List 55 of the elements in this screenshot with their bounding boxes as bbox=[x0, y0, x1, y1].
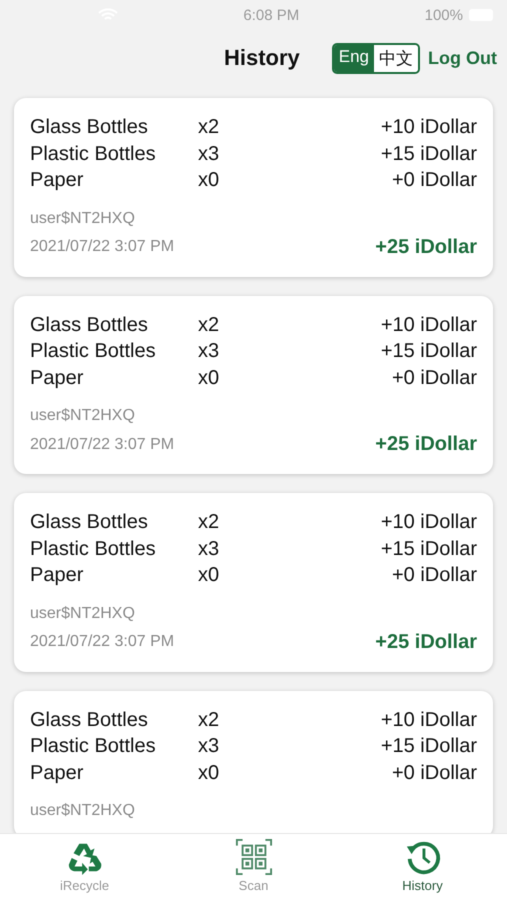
tab-item[interactable]: History bbox=[338, 834, 507, 900]
item-quantity: x3 bbox=[198, 339, 220, 364]
record-date: 2021/07/22 3:07 PM bbox=[30, 436, 174, 454]
item-quantity: x3 bbox=[198, 536, 220, 562]
page-title: History bbox=[224, 45, 300, 71]
item-name: Glass Bottles bbox=[30, 708, 149, 732]
item-amount: +15 iDollar bbox=[380, 142, 477, 166]
user-id: user$NT2HXQ bbox=[30, 210, 136, 228]
item-amount: +15 iDollar bbox=[380, 734, 477, 759]
item-name: Plastic Bottles bbox=[30, 339, 157, 364]
item-name: Glass Bottles bbox=[30, 312, 149, 338]
item-name: Paper bbox=[30, 760, 84, 786]
total-amount: +25 iDollar bbox=[375, 433, 477, 456]
item-name: Glass Bottles bbox=[30, 510, 149, 535]
item-amount: +10 iDollar bbox=[380, 510, 477, 535]
item-name: Plastic Bottles bbox=[30, 734, 157, 759]
total-amount: +25 iDollar bbox=[375, 630, 477, 654]
item-amount: +10 iDollar bbox=[380, 312, 477, 338]
battery-level: 100% bbox=[424, 6, 463, 24]
logout-button[interactable]: Log Out bbox=[428, 48, 497, 68]
item-name: Glass Bottles bbox=[30, 115, 149, 140]
item-amount: +0 iDollar bbox=[392, 168, 477, 193]
item-quantity: x2 bbox=[198, 115, 220, 140]
item-quantity: x2 bbox=[198, 510, 220, 535]
item-quantity: x0 bbox=[198, 168, 220, 193]
item-amount: +10 iDollar bbox=[380, 115, 477, 140]
item-amount: +0 iDollar bbox=[392, 760, 477, 786]
item-amount: +0 iDollar bbox=[392, 366, 477, 390]
total-amount: +25 iDollar bbox=[375, 236, 477, 258]
item-amount: +15 iDollar bbox=[380, 536, 477, 562]
item-name: Paper bbox=[30, 366, 84, 390]
language-option[interactable]: 中文 bbox=[374, 44, 418, 72]
item-name: Paper bbox=[30, 168, 84, 193]
item-quantity: x0 bbox=[198, 366, 220, 390]
qr-scan-icon bbox=[234, 838, 274, 876]
item-quantity: x0 bbox=[198, 760, 220, 786]
item-name: Paper bbox=[30, 563, 84, 588]
user-id: user$NT2HXQ bbox=[30, 604, 136, 622]
language-switch[interactable]: Eng 中文 bbox=[332, 42, 420, 74]
item-amount: +10 iDollar bbox=[380, 708, 477, 732]
user-id: user$NT2HXQ bbox=[30, 407, 136, 425]
user-id: user$NT2HXQ bbox=[30, 802, 136, 820]
item-quantity: x0 bbox=[198, 563, 220, 588]
item-quantity: x3 bbox=[198, 142, 220, 166]
item-quantity: x2 bbox=[198, 312, 220, 338]
item-quantity: x2 bbox=[198, 708, 220, 732]
record-date: 2021/07/22 3:07 PM bbox=[30, 633, 174, 651]
record-date: 2021/07/22 3:07 PM bbox=[30, 238, 174, 256]
status-time: 6:08 PM bbox=[243, 6, 300, 24]
item-quantity: x3 bbox=[198, 734, 220, 759]
item-amount: +0 iDollar bbox=[392, 563, 477, 588]
language-option[interactable]: Eng bbox=[334, 44, 374, 72]
item-amount: +15 iDollar bbox=[380, 339, 477, 364]
item-name: Plastic Bottles bbox=[30, 536, 157, 562]
item-name: Plastic Bottles bbox=[30, 142, 157, 166]
